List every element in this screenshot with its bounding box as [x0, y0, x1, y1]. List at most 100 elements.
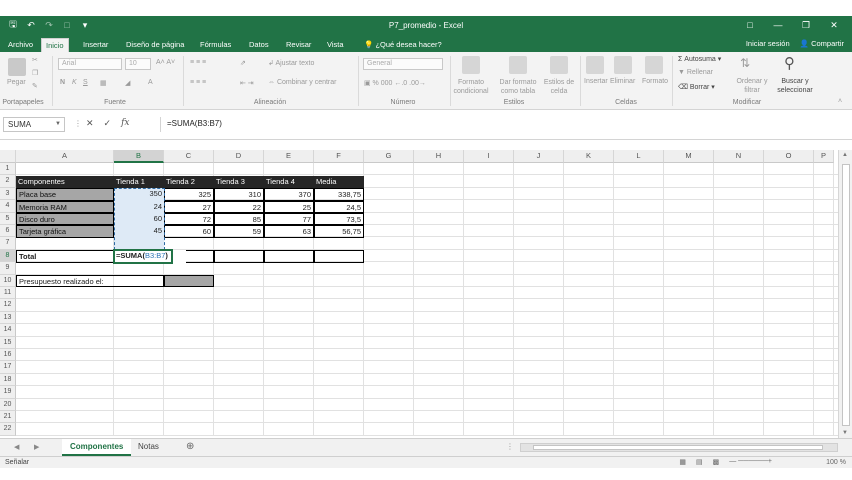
autosum-button[interactable]: Σ Autosuma ▾	[678, 55, 721, 63]
tab-datos[interactable]: Datos	[245, 38, 273, 52]
column-header-c[interactable]: C	[164, 150, 214, 163]
header-tienda-2[interactable]: Tienda 2	[164, 175, 214, 189]
restore-icon[interactable]: ❐	[792, 18, 820, 32]
horizontal-scrollbar[interactable]	[520, 443, 838, 452]
table-cell[interactable]: 25	[264, 200, 314, 213]
table-cell[interactable]: 370	[264, 188, 314, 201]
format-cells-icon[interactable]	[645, 56, 663, 74]
page-break-icon[interactable]: ▩	[713, 458, 720, 466]
chevron-down-icon[interactable]: ▼	[55, 118, 61, 131]
column-header-p[interactable]: P	[814, 150, 834, 163]
conditional-format-icon[interactable]	[462, 56, 480, 74]
column-header-h[interactable]: H	[414, 150, 464, 163]
row-header-6[interactable]: 6	[0, 225, 16, 238]
table-row-label[interactable]: Placa base	[16, 188, 114, 201]
align-left-icon[interactable]: ≡ ≡ ≡	[190, 79, 206, 86]
row-header-19[interactable]: 19	[0, 386, 16, 399]
table-cell[interactable]: 27	[164, 200, 214, 213]
signin-link[interactable]: Iniciar sesión	[746, 39, 790, 48]
name-box[interactable]: SUMA ▼	[3, 117, 65, 132]
next-sheet-icon[interactable]: ▶	[34, 443, 39, 451]
italic-icon[interactable]: K	[72, 79, 77, 86]
fill-color-icon[interactable]: ◢	[125, 79, 130, 87]
table-cell[interactable]: 22	[214, 200, 264, 213]
page-layout-icon[interactable]: ▤	[696, 458, 703, 466]
table-cell[interactable]	[264, 250, 314, 263]
merge-center-button[interactable]: ⇔ Combinar y centrar	[268, 79, 336, 86]
tab-split-icon[interactable]: ⋮	[506, 442, 514, 451]
header-tienda-4[interactable]: Tienda 4	[264, 175, 314, 189]
table-cell[interactable]: 73,5	[314, 213, 364, 226]
formula-input[interactable]: =SUMA(B3:B7)	[160, 117, 848, 132]
table-row-label[interactable]: Disco duro	[16, 213, 114, 226]
budget-date-cell[interactable]	[164, 275, 214, 288]
bold-icon[interactable]: N	[60, 79, 65, 86]
clear-button[interactable]: ⌫ Borrar ▾	[678, 83, 715, 91]
column-header-e[interactable]: E	[264, 150, 314, 163]
font-color-icon[interactable]: A	[148, 79, 153, 86]
row-header-2[interactable]: 2	[0, 175, 16, 188]
number-format-box[interactable]: General	[363, 58, 443, 70]
table-cell[interactable]: 85	[214, 213, 264, 226]
total-label[interactable]: Total	[16, 250, 114, 263]
table-cell[interactable]: 24,5	[314, 200, 364, 213]
column-header-d[interactable]: D	[214, 150, 264, 163]
select-all-corner[interactable]	[0, 150, 16, 163]
borders-icon[interactable]: ▦	[100, 79, 107, 87]
scroll-up-icon[interactable]: ▲	[842, 152, 848, 158]
row-header-11[interactable]: 11	[0, 287, 16, 300]
table-cell[interactable]	[314, 250, 364, 263]
row-header-3[interactable]: 3	[0, 187, 16, 201]
wrap-text-button[interactable]: ↲ Ajustar texto	[268, 59, 314, 67]
enter-icon[interactable]: ✓	[104, 118, 112, 129]
header-media[interactable]: Media	[314, 175, 364, 189]
format-table-icon[interactable]	[509, 56, 527, 74]
font-name-box[interactable]: Arial	[58, 58, 122, 70]
row-header-12[interactable]: 12	[0, 299, 16, 312]
row-header-16[interactable]: 16	[0, 349, 16, 362]
table-cell[interactable]: 59	[214, 225, 264, 238]
table-cell[interactable]: 60	[164, 225, 214, 238]
table-cell[interactable]: 72	[164, 213, 214, 226]
find-select-icon[interactable]: ⚲	[784, 54, 795, 72]
align-top-icon[interactable]: ≡ ≡ ≡	[190, 59, 206, 66]
font-size-box[interactable]: 10	[125, 58, 151, 70]
add-sheet-icon[interactable]: ⊕	[186, 441, 194, 452]
share-button[interactable]: 👤 Compartir	[800, 39, 844, 48]
normal-view-icon[interactable]: ▦	[679, 458, 686, 466]
column-header-n[interactable]: N	[714, 150, 764, 163]
tab-formulas[interactable]: Fórmulas	[196, 38, 235, 52]
row-header-9[interactable]: 9	[0, 262, 16, 275]
collapse-ribbon-icon[interactable]: ˄	[838, 98, 842, 105]
cancel-icon[interactable]: ✕	[86, 118, 94, 129]
paste-icon[interactable]	[8, 58, 26, 76]
row-header-8[interactable]: 8	[0, 249, 16, 263]
indent-icon[interactable]: ⇤ ⇥	[240, 79, 254, 87]
table-cell[interactable]: 63	[264, 225, 314, 238]
insert-function-icon[interactable]: fx	[121, 118, 129, 129]
table-cell[interactable]	[214, 250, 264, 263]
tab-diseno-pagina[interactable]: Diseño de página	[122, 38, 188, 52]
zoom-slider[interactable]: — ──────+	[729, 458, 772, 466]
minimize-icon[interactable]: —	[764, 18, 792, 32]
column-header-k[interactable]: K	[564, 150, 614, 163]
prev-sheet-icon[interactable]: ◀	[14, 443, 19, 451]
header-tienda-1[interactable]: Tienda 1	[114, 175, 164, 189]
worksheet-grid[interactable]: A B C D E F G H I J K L M N O P 1 2 3 4 5 6 7 8 9 10 11 12 13 14 15 16 1…	[0, 150, 852, 438]
vertical-scrollbar[interactable]: ▲ ▼	[838, 150, 852, 438]
column-header-m[interactable]: M	[664, 150, 714, 163]
column-header-b[interactable]: B	[114, 150, 164, 163]
tab-revisar[interactable]: Revisar	[282, 38, 315, 52]
font-grow-icon[interactable]: A˄ A˅	[156, 59, 175, 66]
insert-cells-icon[interactable]	[586, 56, 604, 74]
orientation-icon[interactable]: ⇗	[240, 59, 246, 67]
row-header-7[interactable]: 7	[0, 237, 16, 250]
tab-archivo[interactable]: Archivo	[4, 38, 37, 52]
row-header-20[interactable]: 20	[0, 398, 16, 411]
row-header-13[interactable]: 13	[0, 311, 16, 325]
row-header-15[interactable]: 15	[0, 336, 16, 349]
table-row-label[interactable]: Tarjeta gráfica	[16, 225, 114, 238]
column-header-i[interactable]: I	[464, 150, 514, 163]
tab-vista[interactable]: Vista	[323, 38, 348, 52]
table-row-label[interactable]: Memoria RAM	[16, 200, 114, 213]
